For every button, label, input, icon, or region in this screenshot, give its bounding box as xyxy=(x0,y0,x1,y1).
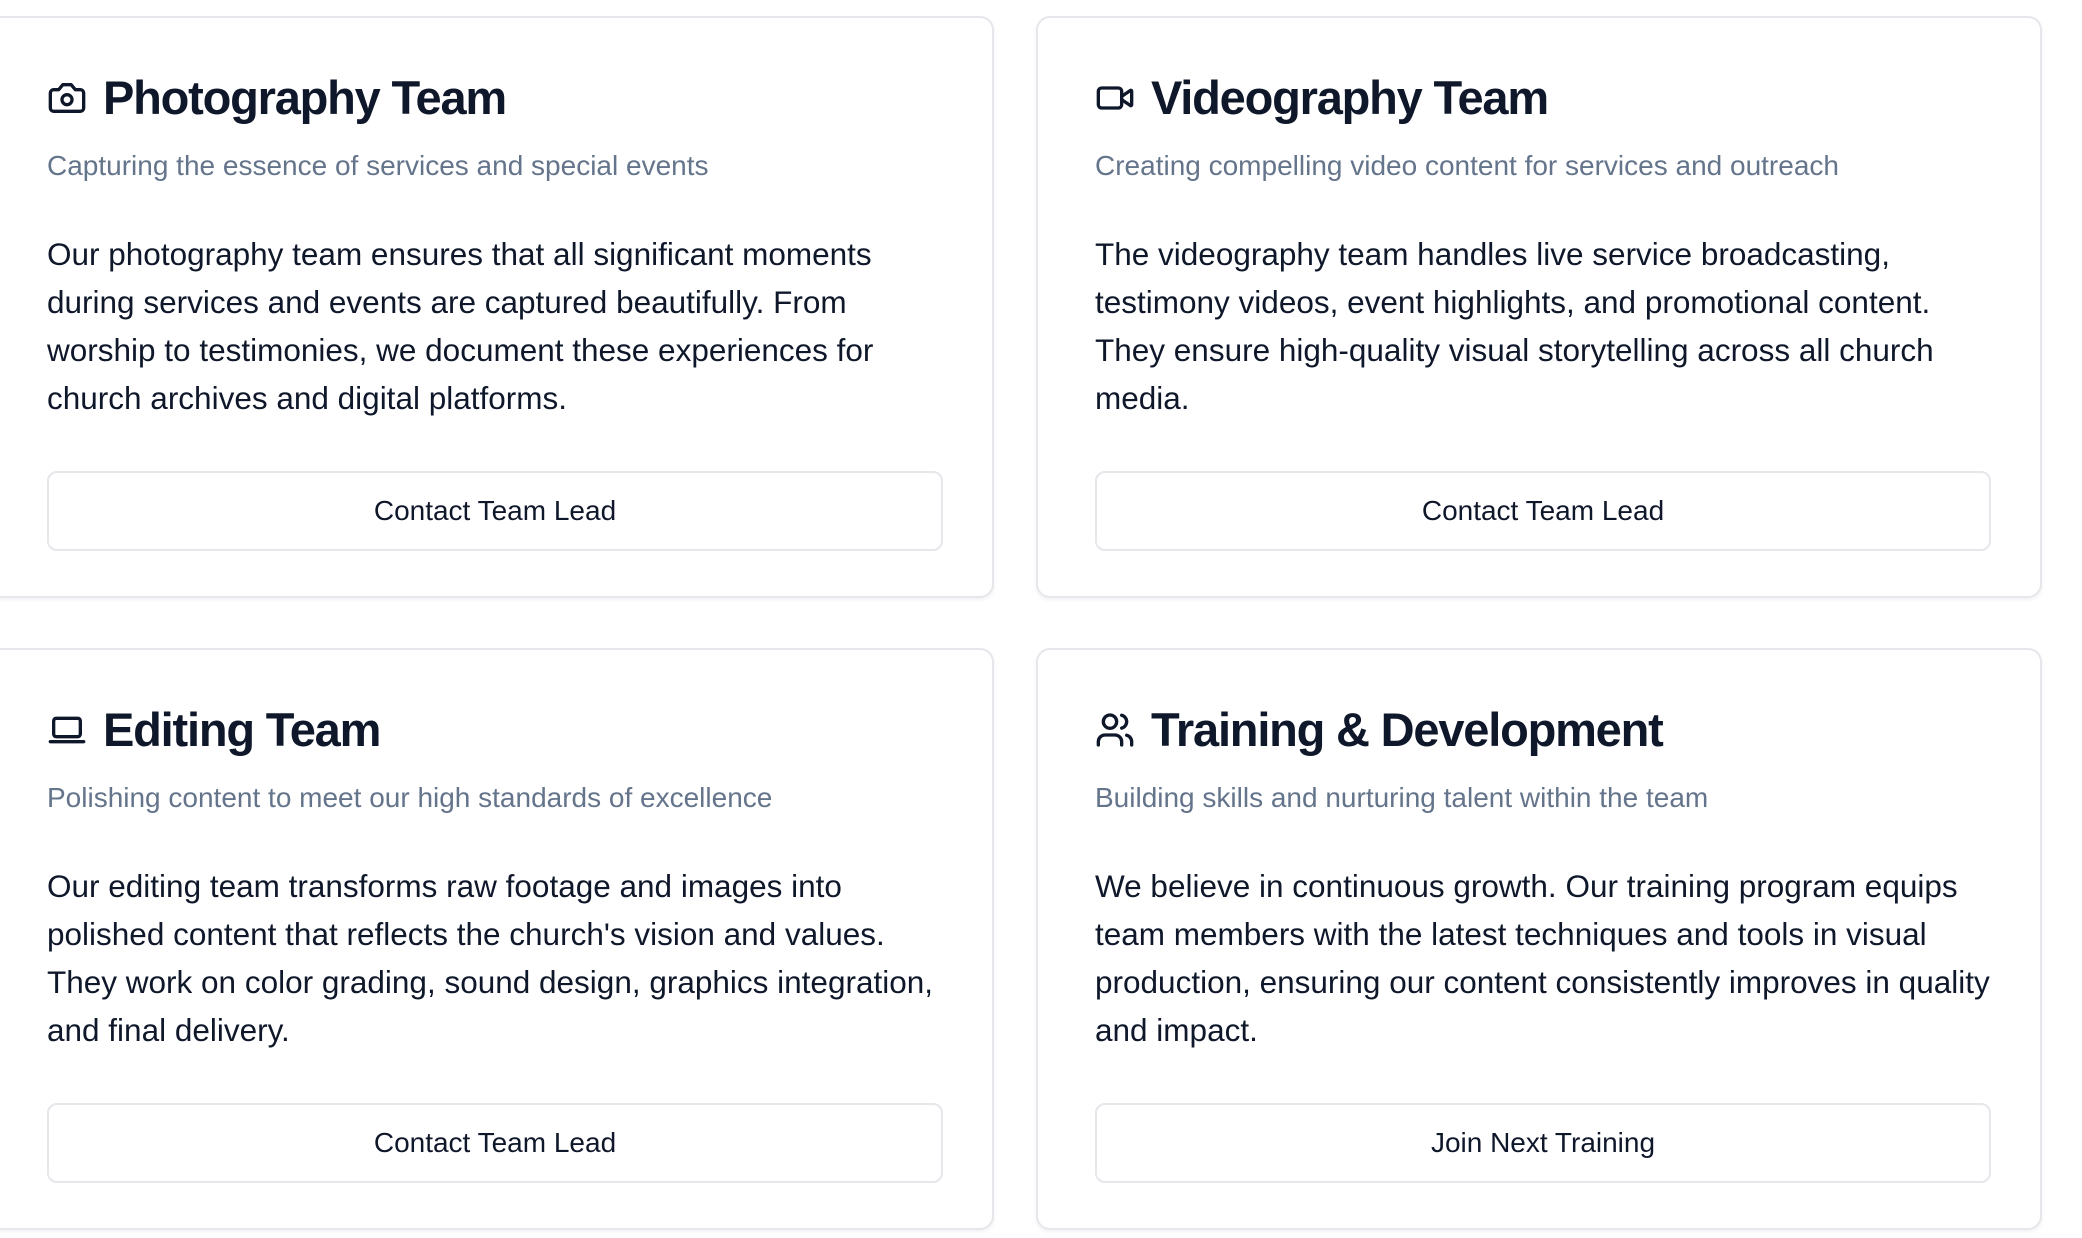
card-description: Our editing team transforms raw footage … xyxy=(47,868,934,1048)
card-description: We believe in continuous growth. Our tra… xyxy=(1095,868,1990,1048)
card-title: Training & Development xyxy=(1151,703,1664,756)
card-subtitle: Polishing content to meet our high stand… xyxy=(47,782,773,813)
team-cards-grid: Photography Team Capturing the essence o… xyxy=(0,16,2042,1230)
video-camera-icon xyxy=(1095,78,1135,118)
card-description: Our photography team ensures that all si… xyxy=(47,236,874,416)
contact-team-lead-button[interactable]: Contact Team Lead xyxy=(47,1103,943,1183)
contact-team-lead-button[interactable]: Contact Team Lead xyxy=(1095,471,1991,551)
card-description: The videography team handles live servic… xyxy=(1095,236,1934,416)
training-development-card: Training & Development Building skills a… xyxy=(1036,648,2042,1230)
card-title: Editing Team xyxy=(103,703,381,756)
laptop-icon xyxy=(47,710,87,750)
card-title: Videography Team xyxy=(1151,71,1549,124)
card-content: Training & Development Building skills a… xyxy=(1095,702,1991,1054)
contact-team-lead-button[interactable]: Contact Team Lead xyxy=(47,471,943,551)
card-subtitle: Creating compelling video content for se… xyxy=(1095,150,1839,181)
card-header: Photography Team xyxy=(47,70,943,126)
card-header: Videography Team xyxy=(1095,70,1991,126)
join-next-training-button[interactable]: Join Next Training xyxy=(1095,1103,1991,1183)
users-icon xyxy=(1095,710,1135,750)
card-content: Editing Team Polishing content to meet o… xyxy=(47,702,943,1054)
card-content: Videography Team Creating compelling vid… xyxy=(1095,70,1991,422)
card-content: Photography Team Capturing the essence o… xyxy=(47,70,943,422)
card-subtitle: Capturing the essence of services and sp… xyxy=(47,150,709,181)
card-title: Photography Team xyxy=(103,71,507,124)
card-subtitle: Building skills and nurturing talent wit… xyxy=(1095,782,1709,813)
photography-team-card: Photography Team Capturing the essence o… xyxy=(0,16,994,598)
card-header: Editing Team xyxy=(47,702,943,758)
card-header: Training & Development xyxy=(1095,702,1991,758)
camera-icon xyxy=(47,78,87,118)
editing-team-card: Editing Team Polishing content to meet o… xyxy=(0,648,994,1230)
videography-team-card: Videography Team Creating compelling vid… xyxy=(1036,16,2042,598)
